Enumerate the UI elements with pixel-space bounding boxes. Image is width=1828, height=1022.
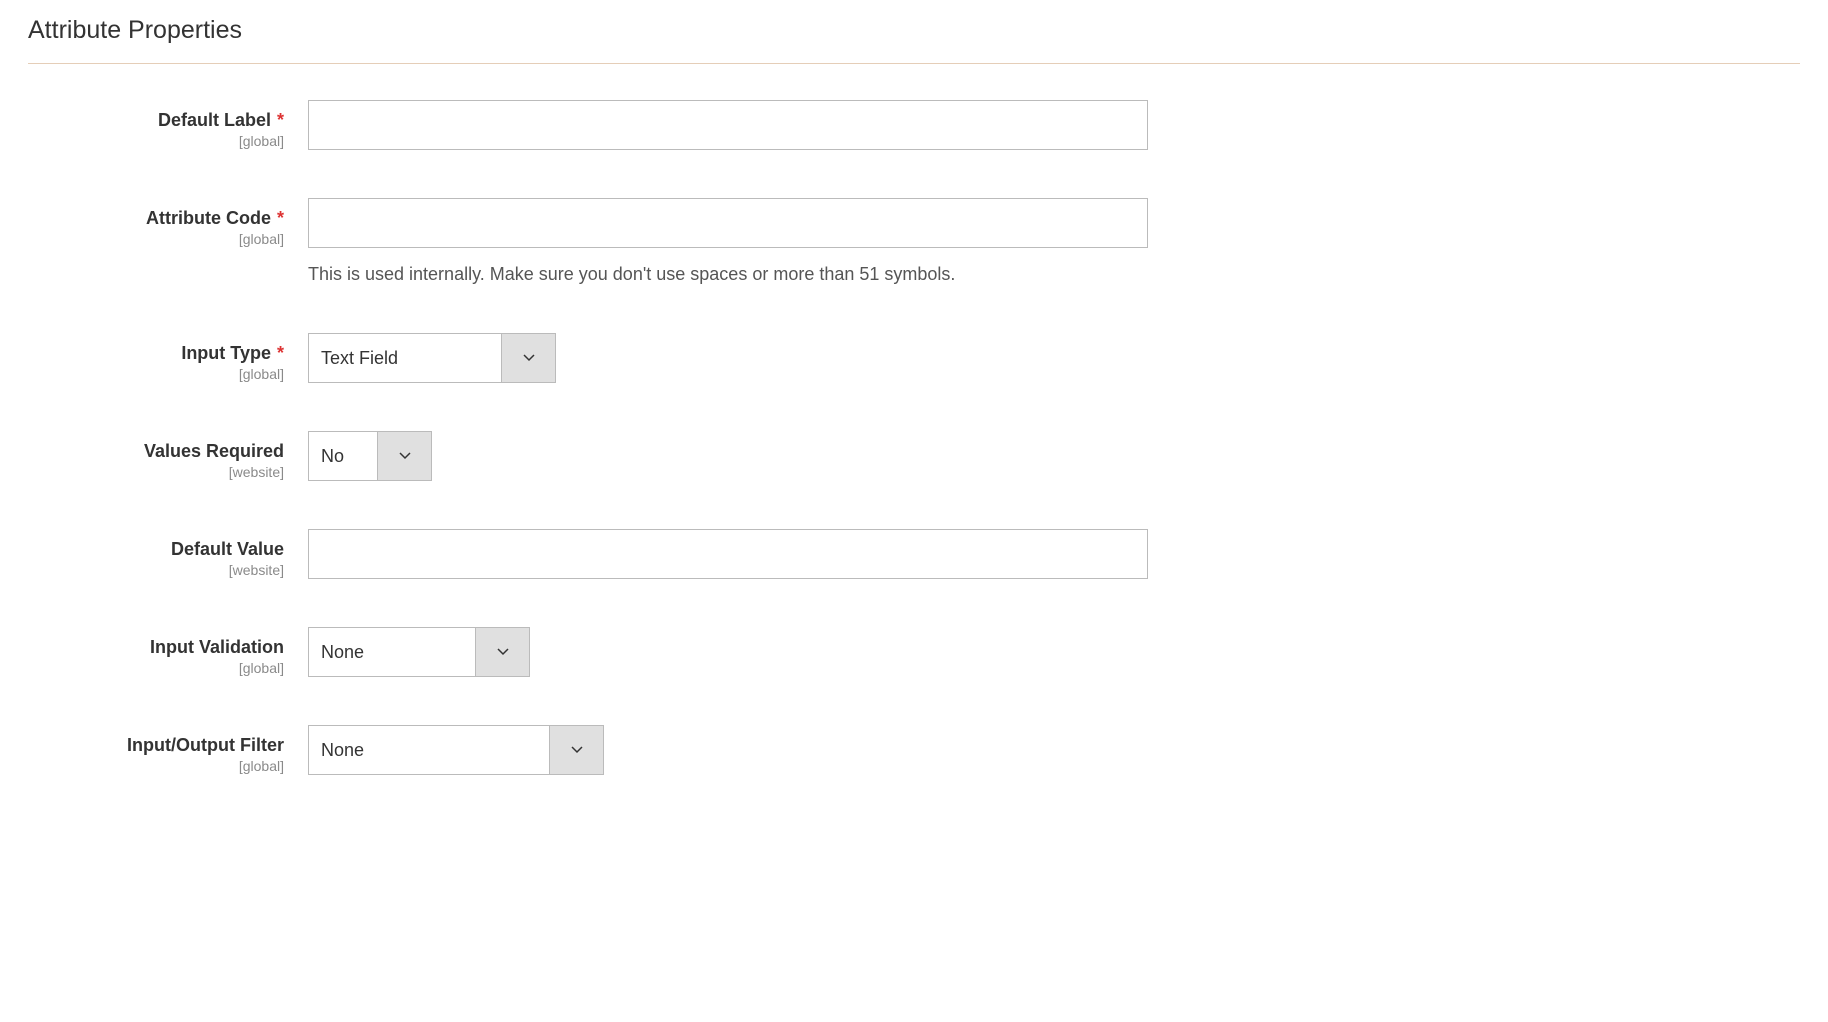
io-filter-label: Input/Output Filter <box>127 735 284 756</box>
field-row-io-filter: Input/Output Filter [global] None <box>28 725 1800 775</box>
attribute-code-label: Attribute Code <box>146 208 271 229</box>
label-col: Input Type * [global] <box>28 333 308 382</box>
default-label-input[interactable] <box>308 100 1148 150</box>
field-row-attribute-code: Attribute Code * [global] This is used i… <box>28 198 1800 285</box>
input-validation-scope: [global] <box>28 660 284 676</box>
attribute-code-note: This is used internally. Make sure you d… <box>308 264 1148 285</box>
required-mark-icon: * <box>277 110 284 131</box>
chevron-down-icon <box>399 452 411 460</box>
default-label-label: Default Label <box>158 110 271 131</box>
default-value-input[interactable] <box>308 529 1148 579</box>
chevron-down-icon <box>497 648 509 656</box>
default-value-label: Default Value <box>171 539 284 560</box>
input-validation-select[interactable]: None <box>308 627 530 677</box>
input-type-select[interactable]: Text Field <box>308 333 556 383</box>
dropdown-toggle-button[interactable] <box>377 432 431 480</box>
io-filter-value: None <box>309 726 549 774</box>
io-filter-select[interactable]: None <box>308 725 604 775</box>
field-row-input-validation: Input Validation [global] None <box>28 627 1800 677</box>
chevron-down-icon <box>571 746 583 754</box>
required-mark-icon: * <box>277 208 284 229</box>
field-row-default-label: Default Label * [global] <box>28 100 1800 150</box>
chevron-down-icon <box>523 354 535 362</box>
field-row-input-type: Input Type * [global] Text Field <box>28 333 1800 383</box>
dropdown-toggle-button[interactable] <box>475 628 529 676</box>
label-col: Values Required [website] <box>28 431 308 480</box>
values-required-value: No <box>309 432 377 480</box>
input-type-scope: [global] <box>28 366 284 382</box>
input-validation-label: Input Validation <box>150 637 284 658</box>
io-filter-scope: [global] <box>28 758 284 774</box>
attribute-code-input[interactable] <box>308 198 1148 248</box>
field-row-values-required: Values Required [website] No <box>28 431 1800 481</box>
input-type-value: Text Field <box>309 334 501 382</box>
dropdown-toggle-button[interactable] <box>501 334 555 382</box>
values-required-select[interactable]: No <box>308 431 432 481</box>
default-value-scope: [website] <box>28 562 284 578</box>
values-required-label: Values Required <box>144 441 284 462</box>
attribute-code-scope: [global] <box>28 231 284 247</box>
label-col: Input/Output Filter [global] <box>28 725 308 774</box>
input-type-label: Input Type <box>181 343 271 364</box>
section-title: Attribute Properties <box>28 8 1800 64</box>
dropdown-toggle-button[interactable] <box>549 726 603 774</box>
label-col: Attribute Code * [global] <box>28 198 308 247</box>
required-mark-icon: * <box>277 343 284 364</box>
values-required-scope: [website] <box>28 464 284 480</box>
default-label-scope: [global] <box>28 133 284 149</box>
label-col: Default Label * [global] <box>28 100 308 149</box>
input-validation-value: None <box>309 628 475 676</box>
label-col: Default Value [website] <box>28 529 308 578</box>
field-row-default-value: Default Value [website] <box>28 529 1800 579</box>
label-col: Input Validation [global] <box>28 627 308 676</box>
